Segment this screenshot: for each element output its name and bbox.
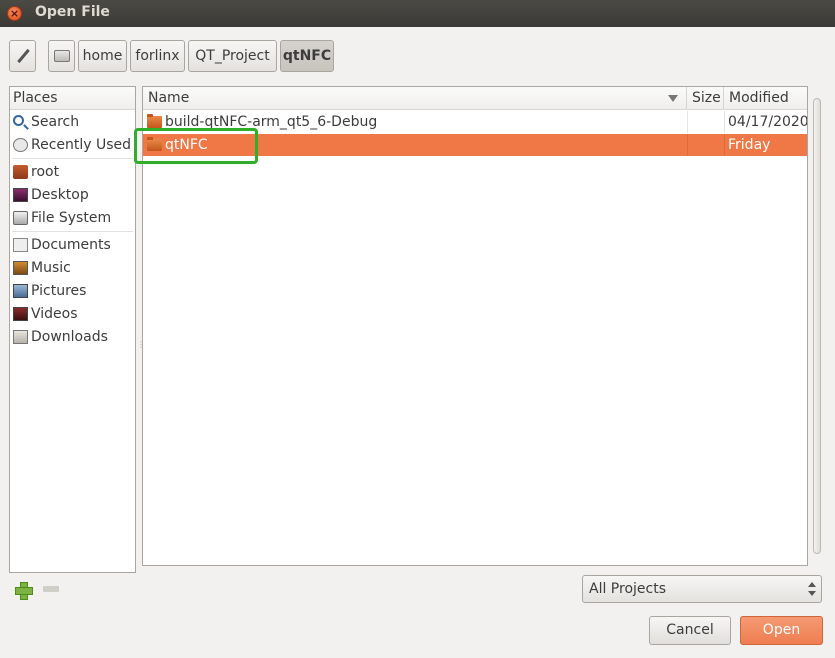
spinner-arrows-icon [808,582,816,596]
file-filter-value: All Projects [589,581,666,597]
place-label: Documents [31,237,111,253]
place-label: Downloads [31,329,108,345]
column-name-label: Name [148,90,190,106]
place-recently-used[interactable]: Recently Used [10,134,135,156]
title-bar: × Open File [0,0,835,27]
path-bar: home forlinx QT_Project qtNFC [0,40,835,72]
places-sidebar: Places Search Recently Used root Desktop… [9,86,136,573]
music-icon [13,261,28,275]
window-title: Open File [35,4,110,20]
file-size [687,134,724,156]
pictures-icon [13,284,28,298]
column-header-name[interactable]: Name [143,87,687,110]
file-modified: 04/17/2020 [724,111,807,133]
drive-icon [53,50,70,62]
place-label: Search [31,114,80,130]
annotation-highlight-box [134,128,258,164]
file-size [687,111,724,133]
column-header-size[interactable]: Size [687,87,724,110]
place-label: Music [31,260,71,276]
file-modified: Friday [724,134,807,156]
recent-icon [13,138,28,152]
sort-descending-icon [668,95,678,102]
remove-bookmark-button[interactable] [43,586,59,592]
place-label: root [31,164,60,180]
pane-splitter[interactable]: ⋮ [137,340,145,349]
place-pictures[interactable]: Pictures [10,280,135,302]
desktop-icon [13,188,28,202]
place-videos[interactable]: Videos [10,303,135,325]
place-label: Recently Used [31,137,132,153]
places-header: Places [10,87,135,110]
path-segment-forlinx[interactable]: forlinx [130,40,185,72]
documents-icon [13,238,28,252]
edit-location-button[interactable] [9,40,36,72]
column-header-modified[interactable]: Modified [724,87,807,110]
downloads-icon [13,330,28,344]
home-folder-icon [13,165,28,179]
place-label: Desktop [31,187,89,203]
root-drive-button[interactable] [48,40,75,72]
place-music[interactable]: Music [10,257,135,279]
file-filter-select[interactable]: All Projects [582,575,822,603]
place-search[interactable]: Search [10,111,135,133]
place-file-system[interactable]: File System [10,207,135,229]
videos-icon [13,307,28,321]
place-label: File System [31,210,112,226]
path-segment-qt-project[interactable]: QT_Project [188,40,277,72]
scrollbar-thumb[interactable] [813,98,821,554]
place-downloads[interactable]: Downloads [10,326,135,348]
places-divider [12,231,133,232]
place-root[interactable]: root [10,161,135,183]
filesystem-icon [13,211,28,225]
place-documents[interactable]: Documents [10,234,135,256]
cancel-button[interactable]: Cancel [649,616,731,645]
file-list-scrollbar[interactable] [812,86,822,566]
path-segment-home[interactable]: home [78,40,127,72]
pencil-icon [16,49,30,63]
add-bookmark-button[interactable] [14,581,33,600]
search-icon [13,115,24,126]
place-desktop[interactable]: Desktop [10,184,135,206]
file-list-header: Name Size Modified [143,87,807,110]
path-segment-qtnfc[interactable]: qtNFC [280,40,334,72]
close-window-button[interactable]: × [7,6,22,21]
open-button[interactable]: Open [740,616,823,645]
places-divider [12,158,133,159]
place-label: Videos [31,306,78,322]
place-label: Pictures [31,283,87,299]
